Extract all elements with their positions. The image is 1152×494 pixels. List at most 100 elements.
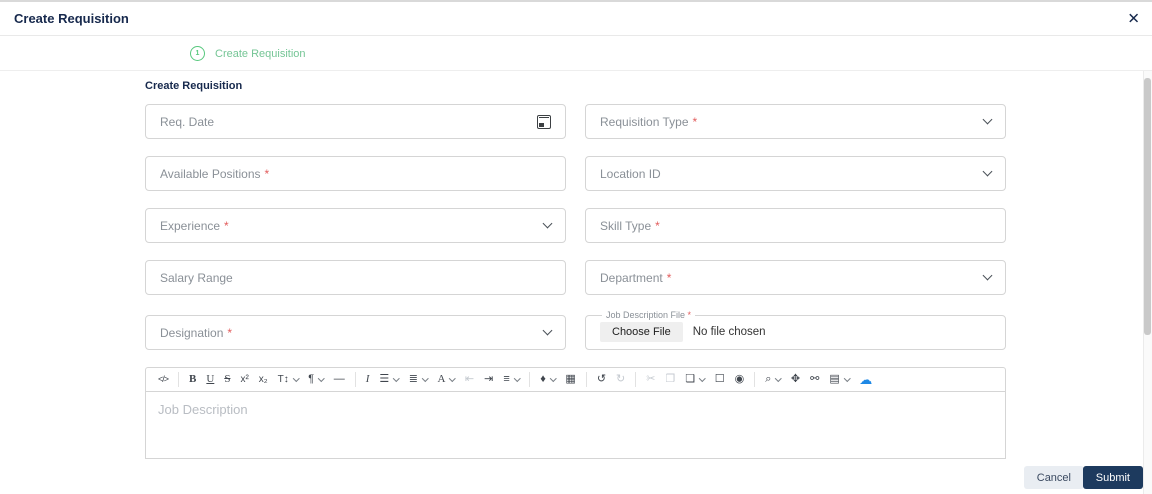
select-all-icon[interactable]: ☐	[710, 374, 730, 385]
stepper-step-create-requisition[interactable]: 1 Create Requisition	[190, 36, 306, 71]
scrollbar-thumb[interactable]	[1144, 78, 1151, 335]
fullscreen-icon-glyph: ✥	[790, 373, 801, 385]
outdent-icon: ⇤	[460, 374, 479, 385]
bold-icon-glyph: B	[189, 373, 197, 385]
job-description-file-field: Job Description File * Choose File No fi…	[585, 310, 1006, 350]
strikethrough-icon[interactable]: S	[219, 374, 235, 385]
indent-icon-glyph: ⇥	[484, 373, 494, 385]
search-icon[interactable]: ⌕	[760, 374, 786, 385]
horizontal-rule-icon-glyph: ―	[333, 373, 345, 385]
file-status-text: No file chosen	[692, 326, 766, 338]
chevron-down-icon	[843, 375, 851, 382]
bold-icon[interactable]: B	[184, 374, 201, 385]
chevron-down-icon	[549, 375, 557, 382]
required-asterisk: *	[655, 218, 660, 233]
chevron-down-icon	[318, 375, 325, 382]
cancel-button[interactable]: Cancel	[1023, 466, 1084, 489]
code-view-icon[interactable]: </>	[153, 375, 173, 384]
chevron-down-icon	[982, 166, 993, 177]
code-view-icon-glyph: </>	[158, 374, 169, 384]
media-icon[interactable]: ▤	[824, 374, 854, 385]
italic-icon[interactable]: I	[361, 374, 375, 385]
chevron-down-icon	[542, 218, 553, 229]
subscript-icon[interactable]: x₂	[254, 374, 273, 385]
scrollbar-track[interactable]	[1143, 71, 1152, 494]
chevron-down-icon	[775, 375, 782, 382]
indent-icon[interactable]: ⇥	[479, 374, 498, 385]
form-grid-b: Designation * Job Description File * Choo…	[145, 310, 1006, 350]
select-all-icon-glyph: ☐	[714, 373, 725, 385]
field-department[interactable]: Department *	[585, 260, 1006, 295]
preview-icon-glyph: ◉	[734, 373, 745, 385]
required-asterisk: *	[227, 325, 233, 340]
underline-icon-glyph: U	[206, 373, 215, 385]
field-placeholder: Requisition Type	[600, 114, 689, 129]
unordered-list-icon-glyph: ☰	[379, 373, 390, 385]
upload-icon-glyph: ☁	[859, 372, 873, 387]
align-icon-glyph: ≡	[503, 373, 510, 385]
step-circle-icon: 1	[190, 46, 205, 61]
chevron-down-icon	[542, 325, 553, 336]
field-skill-type[interactable]: Skill Type *	[585, 208, 1006, 243]
field-location-id[interactable]: Location ID	[585, 156, 1006, 191]
field-placeholder: Req. Date	[160, 114, 215, 129]
calendar-icon[interactable]	[537, 114, 551, 129]
submit-button[interactable]: Submit	[1082, 466, 1143, 489]
paste-icon-glyph: ❏	[685, 373, 696, 385]
required-asterisk: *	[687, 310, 692, 320]
font-color-icon[interactable]: A	[432, 374, 459, 385]
chevron-down-icon	[982, 270, 993, 281]
choose-file-button[interactable]: Choose File	[600, 322, 683, 342]
field-placeholder: Available Positions	[160, 166, 261, 181]
field-placeholder: Skill Type	[600, 218, 652, 233]
copy-icon-glyph: ❐	[665, 373, 676, 385]
field-req-date[interactable]: Req. Date	[145, 104, 566, 139]
field-experience[interactable]: Experience *	[145, 208, 566, 243]
strikethrough-icon-glyph: S	[224, 373, 231, 385]
superscript-icon[interactable]: x²	[235, 374, 253, 385]
underline-icon[interactable]: U	[201, 374, 219, 385]
chevron-down-icon	[449, 375, 456, 382]
copy-icon: ❐	[660, 374, 680, 385]
required-asterisk: *	[666, 270, 672, 285]
field-available-positions[interactable]: Available Positions *	[145, 156, 566, 191]
toolbar-separator	[354, 372, 356, 387]
undo-icon[interactable]: ↺	[592, 374, 611, 385]
align-icon[interactable]: ≡	[498, 374, 524, 385]
search-icon-glyph: ⌕	[765, 373, 772, 385]
paste-icon[interactable]: ❏	[680, 374, 709, 385]
cut-icon-glyph: ✂	[646, 373, 656, 385]
close-icon[interactable]: ✕	[1127, 11, 1140, 26]
modal-header: Create Requisition ✕	[0, 2, 1152, 36]
field-placeholder: Salary Range	[160, 270, 233, 285]
job-description-input[interactable]: Job Description	[145, 392, 1006, 459]
table-icon[interactable]: ▦	[560, 374, 580, 385]
field-placeholder: Department	[600, 270, 663, 285]
stepper-bar: 1 Create Requisition	[0, 36, 1152, 71]
cut-icon: ✂	[641, 374, 660, 385]
field-placeholder: Experience	[160, 218, 221, 233]
upload-icon[interactable]: ☁	[854, 373, 877, 386]
link-icon[interactable]: ⚯	[805, 374, 824, 385]
italic-icon-glyph: I	[365, 373, 370, 385]
redo-icon-glyph: ↻	[616, 373, 626, 385]
field-requisition-type[interactable]: Requisition Type *	[585, 104, 1006, 139]
chevron-down-icon	[513, 375, 521, 382]
horizontal-rule-icon[interactable]: ―	[329, 374, 350, 385]
toolbar-separator	[585, 372, 587, 387]
font-size-icon[interactable]: T↕	[273, 374, 304, 385]
undo-icon-glyph: ↺	[596, 373, 607, 385]
paragraph-icon[interactable]: ¶	[303, 374, 328, 385]
field-salary-range[interactable]: Salary Range	[145, 260, 566, 295]
toolbar-separator	[635, 372, 637, 387]
chevron-down-icon	[982, 114, 993, 125]
chevron-down-icon	[292, 375, 300, 382]
chevron-down-icon	[422, 375, 429, 382]
ordered-list-icon[interactable]: ≣	[404, 374, 433, 385]
highlight-color-icon[interactable]: ♦	[535, 374, 560, 385]
fullscreen-icon[interactable]: ✥	[786, 374, 805, 385]
file-input-row: Choose File No file chosen	[600, 320, 1005, 344]
preview-icon[interactable]: ◉	[730, 374, 750, 385]
field-designation[interactable]: Designation *	[145, 315, 566, 350]
unordered-list-icon[interactable]: ☰	[374, 374, 403, 385]
